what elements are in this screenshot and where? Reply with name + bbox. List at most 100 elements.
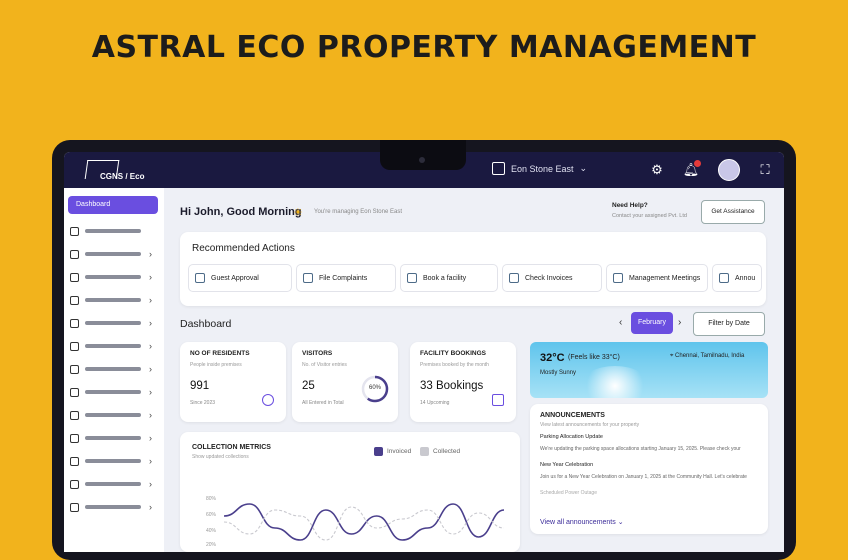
meeting-icon (613, 273, 623, 283)
card-icon (70, 318, 79, 328)
ticket-icon (407, 273, 417, 283)
action-guest-approval[interactable]: Guest Approval (188, 264, 292, 292)
month-selector-button[interactable]: February (631, 312, 673, 334)
announcement-title[interactable]: Scheduled Power Outage (540, 490, 597, 496)
action-management-meetings[interactable]: Management Meetings (606, 264, 708, 292)
sidebar-item-building[interactable]: › (70, 247, 158, 261)
chevron-right-icon: › (149, 295, 152, 305)
page-headline: ASTRAL ECO PROPERTY MANAGEMENT (91, 30, 757, 65)
announcements-card: ANNOUNCEMENTS View latest announcements … (530, 404, 768, 534)
sidebar-item-globe[interactable]: › (70, 293, 158, 307)
wallet-icon (70, 341, 79, 351)
sidebar-item-dashboard[interactable]: Dashboard (68, 196, 158, 214)
dashboard-title: Dashboard (180, 318, 232, 330)
settings-icon[interactable]: ⚙ (648, 161, 666, 179)
stat-card-visitors[interactable]: VISITORS No. of Visitor entries 25 All E… (292, 342, 398, 422)
stat-title: VISITORS (302, 350, 333, 357)
announcement-body: We're updating the parking space allocat… (540, 446, 741, 452)
y-tick-label: 60% (206, 512, 217, 518)
action-announcements[interactable]: Annou (712, 264, 762, 292)
sidebar-item-cycle[interactable]: › (70, 385, 158, 399)
chevron-right-icon: › (149, 341, 152, 351)
sidebar-item-document[interactable]: › (70, 408, 158, 422)
notification-badge (694, 160, 701, 167)
chevron-right-icon: › (149, 433, 152, 443)
weather-condition: Mostly Sunny (540, 370, 577, 376)
brand-logo[interactable]: CGNS / Eco (84, 160, 150, 182)
stat-footer: All Entered in Total (302, 400, 344, 406)
document-icon (70, 410, 79, 420)
y-tick-label: 20% (206, 542, 217, 548)
sidebar-item-share[interactable]: › (70, 454, 158, 468)
weather-location: ⌖ Chennai, Tamilnadu, India (670, 353, 745, 359)
chevron-right-icon[interactable]: › (678, 317, 681, 328)
greeting-title: Hi John, Good Morning (180, 206, 302, 218)
weather-temperature: 32°C (540, 352, 565, 364)
fullscreen-icon[interactable]: ⛶ (756, 161, 774, 179)
guest-icon (195, 273, 205, 283)
stat-value: 991 (190, 380, 210, 392)
chevron-right-icon: › (149, 364, 152, 374)
chevron-right-icon: › (149, 502, 152, 512)
legend-swatch (374, 447, 383, 456)
globe-icon (70, 295, 79, 305)
chevron-down-icon: ⌄ (617, 519, 624, 526)
legend-collected[interactable]: Collected (420, 447, 460, 456)
legend-swatch (420, 447, 429, 456)
sidebar-item-card[interactable]: › (70, 316, 158, 330)
filter-by-date-button[interactable]: Filter by Date (693, 312, 765, 336)
get-assistance-button[interactable]: Get Assistance (701, 200, 765, 224)
main-content: Hi John, Good Morning ☀ You're managing … (164, 188, 784, 552)
announcement-title[interactable]: New Year Celebration (540, 462, 593, 468)
collection-subtitle: Show updated collections (192, 454, 249, 460)
legend-invoiced[interactable]: Invoiced (374, 447, 411, 456)
action-book-facility[interactable]: Book a facility (400, 264, 498, 292)
logo-text: CGNS / Eco (100, 172, 145, 181)
chevron-right-icon: › (149, 456, 152, 466)
avatar[interactable] (718, 159, 740, 181)
recommended-actions-card: Recommended Actions Guest Approval File … (180, 232, 766, 306)
residents-icon (262, 394, 274, 406)
laptop-notch (380, 140, 466, 170)
stat-subtitle: People inside premises (190, 362, 242, 368)
users-icon (70, 272, 79, 282)
sidebar-item-settings[interactable]: › (70, 477, 158, 491)
collection-title: COLLECTION METRICS (192, 444, 271, 451)
share-icon (70, 456, 79, 466)
announcements-title: ANNOUNCEMENTS (540, 412, 605, 419)
sun-icon: ☀ (293, 207, 303, 219)
sidebar-item-misc[interactable]: › (70, 500, 158, 514)
sidebar-item-home[interactable] (70, 224, 158, 238)
stat-card-residents[interactable]: NO OF RESIDENTS People inside premises 9… (180, 342, 286, 422)
stat-title: NO OF RESIDENTS (190, 350, 250, 357)
collection-metrics-card: COLLECTION METRICS Show updated collecti… (180, 432, 520, 552)
action-check-invoices[interactable]: Check Invoices (502, 264, 602, 292)
invoice-icon (509, 273, 519, 283)
sidebar-item-users[interactable]: › (70, 270, 158, 284)
chevron-left-icon[interactable]: ‹ (619, 317, 622, 328)
stat-card-facility-bookings[interactable]: FACILITY BOOKINGS Premises booked by the… (410, 342, 516, 422)
stat-footer: 14 Upcoming (420, 400, 450, 406)
view-all-announcements-link[interactable]: View all announcements ⌄ (540, 518, 624, 526)
sidebar-item-book[interactable]: › (70, 431, 158, 445)
weather-card: 32°C (Feels like 33°C) ⌖ Chennai, Tamiln… (530, 342, 768, 398)
announcement-title[interactable]: Parking Allocation Update (540, 434, 603, 440)
app-screen: CGNS / Eco Eon Stone East ⌄ ⚙ 🔔︎ ⛶ Dashb… (64, 152, 784, 552)
weather-feels-like: (Feels like 33°C) (568, 354, 620, 361)
collection-line-chart (224, 503, 504, 541)
chevron-right-icon: › (149, 387, 152, 397)
stat-footer: Since 2023 (190, 400, 216, 406)
y-tick-label: 80% (206, 496, 217, 502)
progress-ring-label: 60% (368, 385, 381, 391)
stat-subtitle: No. of Visitor entries (302, 362, 347, 368)
sidebar-item-tag[interactable]: › (70, 362, 158, 376)
home-icon (70, 226, 79, 236)
sidebar-item-wallet[interactable]: › (70, 339, 158, 353)
complaint-icon (303, 273, 313, 283)
chevron-right-icon: › (149, 318, 152, 328)
announcement-body: Join us for a New Year Celebration on Ja… (540, 474, 747, 480)
greeting-subtitle: You're managing Eon Stone East (314, 209, 402, 215)
chevron-right-icon: › (149, 249, 152, 259)
property-selector[interactable]: Eon Stone East ⌄ (492, 162, 587, 175)
action-file-complaints[interactable]: File Complaints (296, 264, 396, 292)
